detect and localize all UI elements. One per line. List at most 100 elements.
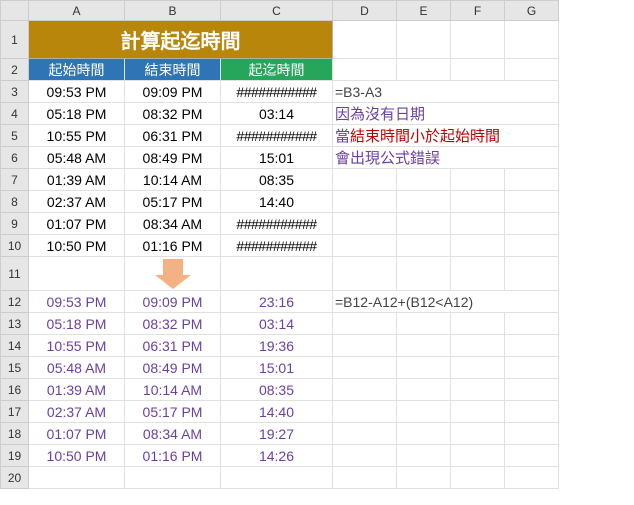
col-header-G[interactable]: G: [505, 1, 559, 21]
cell-B12[interactable]: 09:09 PM: [125, 291, 221, 313]
row-header-19[interactable]: 19: [1, 445, 29, 467]
cell-B19[interactable]: 01:16 PM: [125, 445, 221, 467]
row-header-20[interactable]: 20: [1, 467, 29, 489]
cell-F10[interactable]: [451, 235, 505, 257]
cell-B3[interactable]: 09:09 PM: [125, 81, 221, 103]
header-end[interactable]: 結束時間: [125, 59, 221, 81]
cell-D10[interactable]: [333, 235, 397, 257]
row-header-7[interactable]: 7: [1, 169, 29, 191]
cell-B6[interactable]: 08:49 PM: [125, 147, 221, 169]
cell-C8[interactable]: 14:40: [221, 191, 333, 213]
col-header-A[interactable]: A: [29, 1, 125, 21]
row-header-3[interactable]: 3: [1, 81, 29, 103]
cell-A12[interactable]: 09:53 PM: [29, 291, 125, 313]
cell-B20[interactable]: [125, 467, 221, 489]
cell-A10[interactable]: 10:50 PM: [29, 235, 125, 257]
cell-A14[interactable]: 10:55 PM: [29, 335, 125, 357]
cell-E13[interactable]: [397, 313, 451, 335]
cell-A18[interactable]: 01:07 PM: [29, 423, 125, 445]
cell-A13[interactable]: 05:18 PM: [29, 313, 125, 335]
cell-C18[interactable]: 19:27: [221, 423, 333, 445]
cell-B7[interactable]: 10:14 AM: [125, 169, 221, 191]
cell-A16[interactable]: 01:39 AM: [29, 379, 125, 401]
title-cell[interactable]: 計算起迄時間: [29, 21, 333, 59]
cell-A19[interactable]: 10:50 PM: [29, 445, 125, 467]
cell-C15[interactable]: 15:01: [221, 357, 333, 379]
cell-E20[interactable]: [397, 467, 451, 489]
cell-A4[interactable]: 05:18 PM: [29, 103, 125, 125]
cell-E1[interactable]: [397, 21, 451, 59]
row-header-12[interactable]: 12: [1, 291, 29, 313]
formula-bottom[interactable]: =B12-A12+(B12<A12): [333, 291, 559, 313]
cell-C4[interactable]: 03:14: [221, 103, 333, 125]
cell-E11[interactable]: [397, 257, 451, 291]
cell-A3[interactable]: 09:53 PM: [29, 81, 125, 103]
formula-top[interactable]: =B3-A3: [333, 81, 559, 103]
cell-B13[interactable]: 08:32 PM: [125, 313, 221, 335]
cell-A8[interactable]: 02:37 AM: [29, 191, 125, 213]
cell-E2[interactable]: [397, 59, 451, 81]
cell-D9[interactable]: [333, 213, 397, 235]
cell-C17[interactable]: 14:40: [221, 401, 333, 423]
cell-C16[interactable]: 08:35: [221, 379, 333, 401]
cell-F8[interactable]: [451, 191, 505, 213]
row-header-5[interactable]: 5: [1, 125, 29, 147]
cell-A15[interactable]: 05:48 AM: [29, 357, 125, 379]
cell-C20[interactable]: [221, 467, 333, 489]
cell-G2[interactable]: [505, 59, 559, 81]
row-header-2[interactable]: 2: [1, 59, 29, 81]
cell-B11[interactable]: [125, 257, 221, 291]
cell-D14[interactable]: [333, 335, 397, 357]
cell-C12[interactable]: 23:16: [221, 291, 333, 313]
cell-A7[interactable]: 01:39 AM: [29, 169, 125, 191]
cell-E7[interactable]: [397, 169, 451, 191]
cell-F15[interactable]: [451, 357, 505, 379]
cell-G14[interactable]: [505, 335, 559, 357]
cell-D16[interactable]: [333, 379, 397, 401]
note-line2[interactable]: 當結束時間小於起始時間: [333, 125, 559, 147]
row-header-8[interactable]: 8: [1, 191, 29, 213]
cell-E18[interactable]: [397, 423, 451, 445]
cell-G16[interactable]: [505, 379, 559, 401]
col-header-C[interactable]: C: [221, 1, 333, 21]
cell-G10[interactable]: [505, 235, 559, 257]
cell-F16[interactable]: [451, 379, 505, 401]
header-start[interactable]: 起始時間: [29, 59, 125, 81]
cell-G18[interactable]: [505, 423, 559, 445]
cell-G7[interactable]: [505, 169, 559, 191]
cell-F19[interactable]: [451, 445, 505, 467]
cell-C10[interactable]: ###########: [221, 235, 333, 257]
cell-B9[interactable]: 08:34 AM: [125, 213, 221, 235]
cell-B8[interactable]: 05:17 PM: [125, 191, 221, 213]
cell-D7[interactable]: [333, 169, 397, 191]
cell-D20[interactable]: [333, 467, 397, 489]
row-header-17[interactable]: 17: [1, 401, 29, 423]
cell-E9[interactable]: [397, 213, 451, 235]
row-header-18[interactable]: 18: [1, 423, 29, 445]
cell-C13[interactable]: 03:14: [221, 313, 333, 335]
cell-D11[interactable]: [333, 257, 397, 291]
cell-G17[interactable]: [505, 401, 559, 423]
header-elapsed[interactable]: 起迄時間: [221, 59, 333, 81]
cell-F1[interactable]: [451, 21, 505, 59]
cell-A5[interactable]: 10:55 PM: [29, 125, 125, 147]
cell-C9[interactable]: ###########: [221, 213, 333, 235]
row-header-1[interactable]: 1: [1, 21, 29, 59]
cell-F18[interactable]: [451, 423, 505, 445]
spreadsheet-grid[interactable]: A B C D E F G 1 計算起迄時間 2 起始時間 結束時間 起迄時間 …: [0, 0, 559, 489]
cell-B5[interactable]: 06:31 PM: [125, 125, 221, 147]
cell-F14[interactable]: [451, 335, 505, 357]
cell-F13[interactable]: [451, 313, 505, 335]
cell-G8[interactable]: [505, 191, 559, 213]
cell-F11[interactable]: [451, 257, 505, 291]
cell-A11[interactable]: [29, 257, 125, 291]
cell-E16[interactable]: [397, 379, 451, 401]
row-header-15[interactable]: 15: [1, 357, 29, 379]
cell-E19[interactable]: [397, 445, 451, 467]
cell-G11[interactable]: [505, 257, 559, 291]
cell-E15[interactable]: [397, 357, 451, 379]
cell-C6[interactable]: 15:01: [221, 147, 333, 169]
col-header-B[interactable]: B: [125, 1, 221, 21]
cell-E17[interactable]: [397, 401, 451, 423]
row-header-4[interactable]: 4: [1, 103, 29, 125]
